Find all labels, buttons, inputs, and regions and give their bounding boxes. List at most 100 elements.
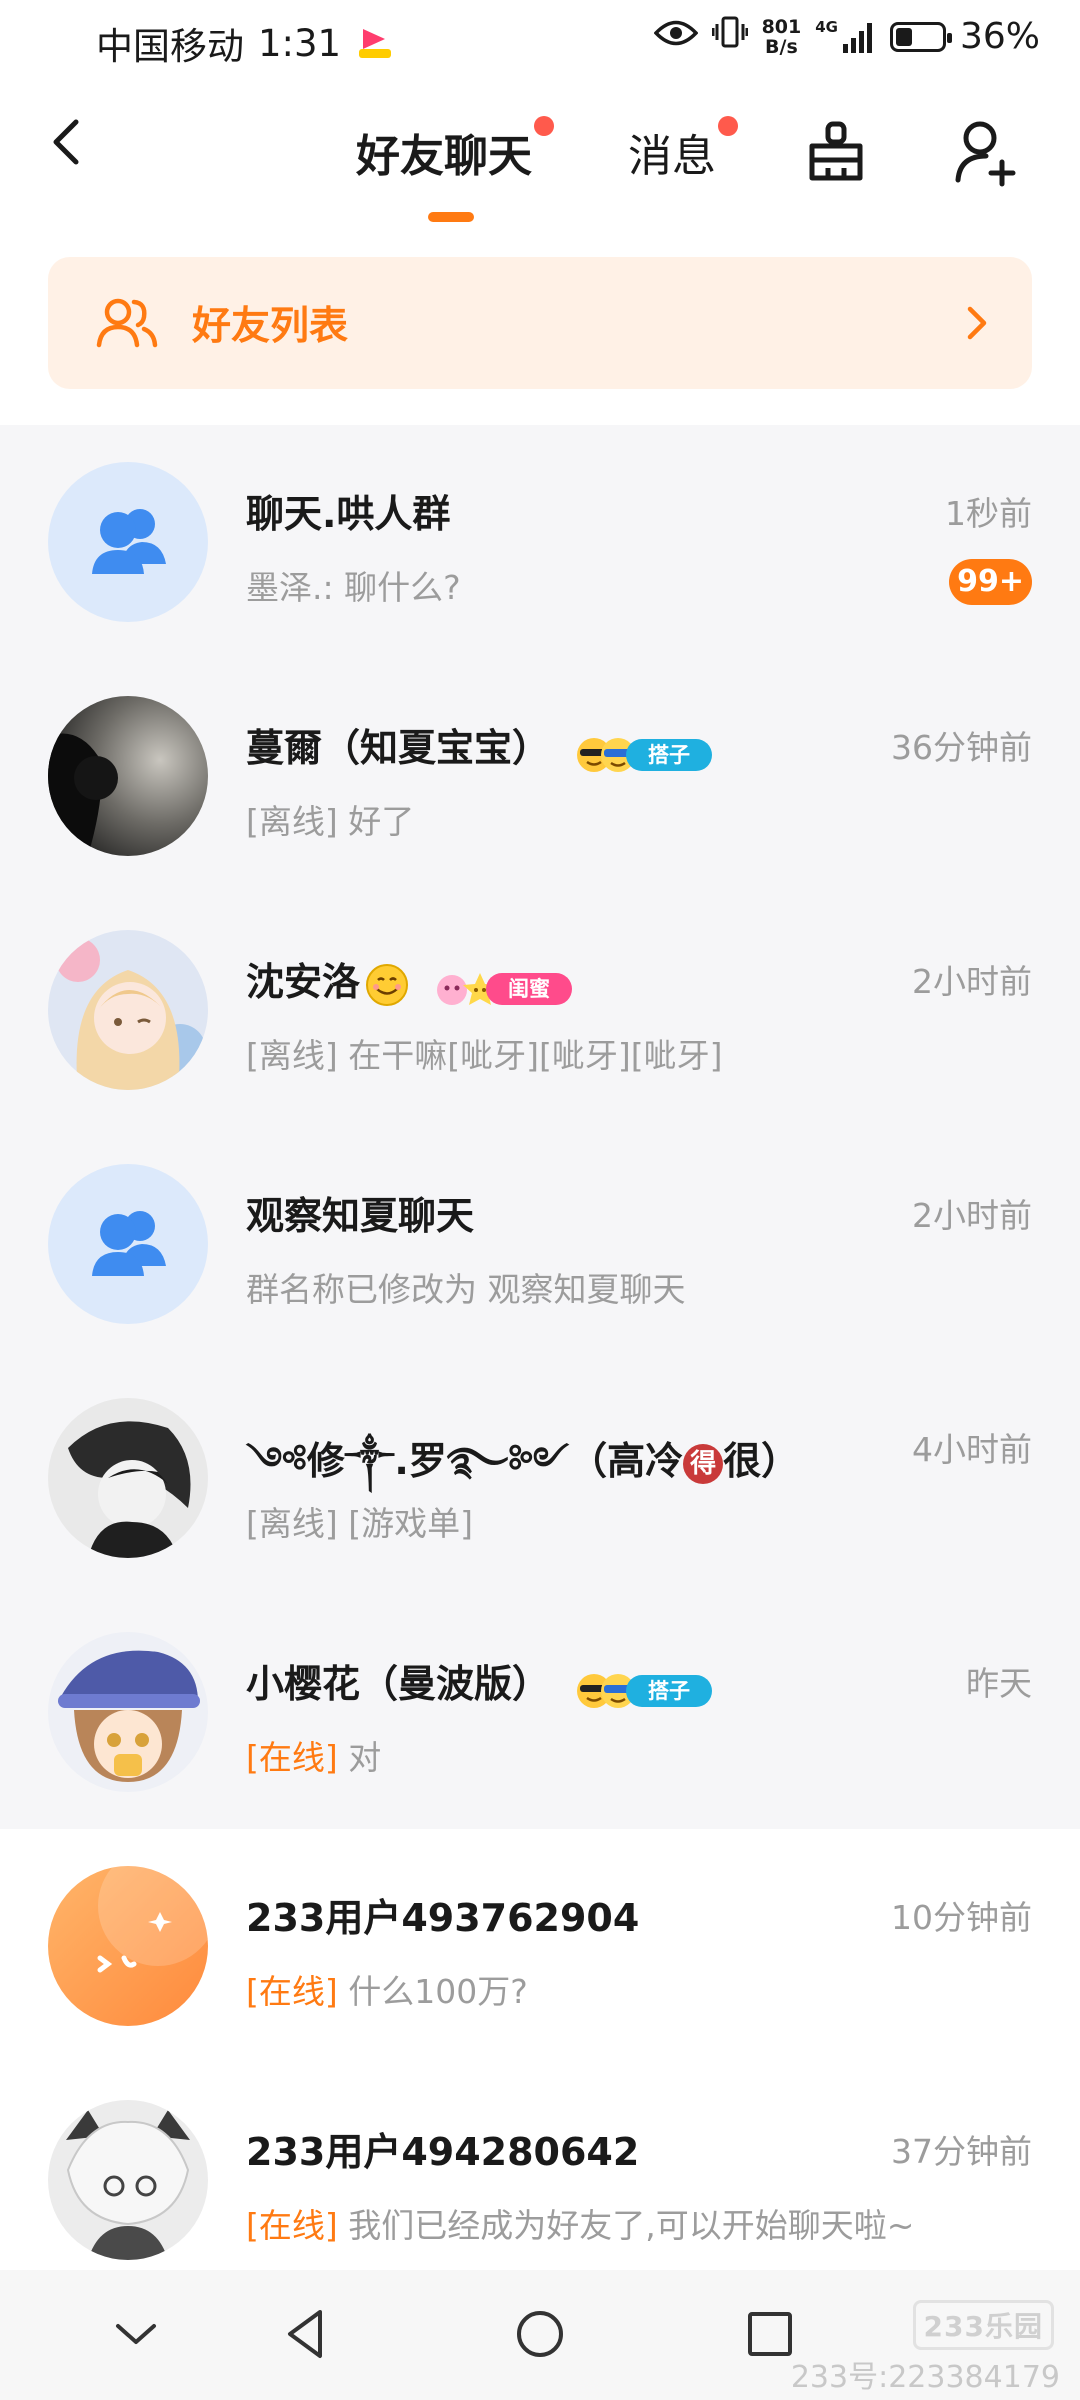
avatar <box>48 1632 208 1792</box>
conversation-name: 小樱花（曼波版） 搭子 <box>246 1653 713 1708</box>
tab-friend-chat[interactable]: 好友聊天 <box>356 116 554 184</box>
conversation-time: 10分钟前 <box>891 1898 1032 1937</box>
add-friend-icon <box>955 121 1016 187</box>
conversation-row[interactable]: ༺修༒.罗࿐༻（高冷得很） 4小时前 [离线] [游戏单] <box>0 1361 1080 1595</box>
conversation-preview: [在线] 什么100万? <box>246 1965 528 2013</box>
broom-icon <box>809 121 863 181</box>
online-status: [离线] <box>246 802 338 841</box>
preview-text: 什么100万? <box>337 1972 528 2011</box>
conversation-preview: [离线] 在干嘛[呲牙][呲牙][呲牙] <box>246 1029 723 1077</box>
online-status: [在线] <box>246 1972 338 2011</box>
conversation-name: 233用户493762904 <box>246 1896 640 1940</box>
conversation-row[interactable]: 小樱花（曼波版） 搭子 昨天 [在线] 对 <box>0 1595 1080 1829</box>
net-speed-unit: B/s <box>765 35 798 58</box>
smile-emoji-icon <box>366 963 409 1006</box>
net-speed-value: 801 <box>761 15 802 38</box>
unread-badge: 99+ <box>949 559 1032 605</box>
conversation-name-text: 蔓爾（知夏宝宝） <box>246 726 551 770</box>
unread-dot <box>534 116 554 136</box>
default-avatar-icon <box>48 1866 208 2026</box>
conversation-preview: [在线] 对 <box>246 1731 381 1779</box>
carrier-label: 中国移动 <box>96 25 244 68</box>
conversation-name-text: ༺修༒.罗࿐༻（高冷 <box>246 1439 684 1483</box>
clear-unread-button[interactable] <box>800 116 872 188</box>
conversation-time: 4小时前 <box>912 1430 1032 1469</box>
tab-messages-label: 消息 <box>628 131 716 182</box>
relationship-tag: 闺蜜 <box>434 965 573 1005</box>
signal-icon: 4G <box>815 17 876 54</box>
friend-list-entry[interactable]: 好友列表 <box>48 257 1032 389</box>
tag-label: 闺蜜 <box>486 973 573 1005</box>
back-button[interactable] <box>40 112 100 172</box>
back-icon <box>53 119 79 165</box>
conversation-row[interactable]: 233用户494280642 37分钟前 [在线] 我们已经成为好友了,可以开始… <box>0 2063 1080 2297</box>
nav-home-button[interactable] <box>510 2304 570 2364</box>
conversation-time: 36分钟前 <box>891 728 1032 767</box>
preview-text: 好了 <box>337 802 415 841</box>
nav-back-button[interactable] <box>278 2304 338 2364</box>
add-friend-button[interactable] <box>950 116 1022 188</box>
conversation-preview: 群名称已修改为 观察知夏聊天 <box>246 1270 686 1309</box>
conversation-name: 233用户494280642 <box>246 2130 640 2174</box>
conversation-row[interactable]: 蔓爾（知夏宝宝） 搭子 36分钟前 [离线] 好了 <box>0 659 1080 893</box>
friends-icon <box>96 298 158 348</box>
preview-text: [游戏单] <box>337 1504 473 1543</box>
avatar <box>48 2100 208 2260</box>
conversation-row[interactable]: 沈安洛 闺蜜 2小时前 [离线] 在干嘛[呲牙][呲牙][呲牙] <box>0 893 1080 1127</box>
conversation-name: 沈安洛 闺蜜 <box>246 951 573 1008</box>
preview-text: 我们已经成为好友了,可以开始聊天啦~ <box>337 2206 915 2245</box>
conversation-name: 观察知夏聊天 <box>246 1194 475 1238</box>
status-bar: 中国移动 1:31 801 B/s 4G 36% <box>0 0 1080 82</box>
friend-list-label: 好友列表 <box>192 304 349 349</box>
conversation-name-text: 沈安洛 <box>246 960 361 1004</box>
conversation-time: 1秒前 <box>945 494 1032 533</box>
preview-text: 在干嘛[呲牙][呲牙][呲牙] <box>337 1036 723 1075</box>
watermark: 233号:223384179 <box>790 2360 1060 2395</box>
watermark-logo: 233乐园 <box>912 2300 1054 2350</box>
name-badge: 得 <box>683 1443 724 1484</box>
relationship-tag: 搭子 <box>574 1667 713 1708</box>
preview-text: 对 <box>337 1738 382 1777</box>
clock: 1:31 <box>258 21 342 65</box>
net-speed: 801 B/s <box>762 17 802 57</box>
conversation-time: 昨天 <box>966 1664 1032 1703</box>
battery-icon <box>889 21 952 52</box>
conversation-preview: [离线] 好了 <box>246 795 414 843</box>
online-status: [在线] <box>246 1738 338 1777</box>
tab-messages[interactable]: 消息 <box>628 116 738 184</box>
net-type: 4G <box>815 17 838 36</box>
avatar <box>48 1866 208 2026</box>
conversation-row[interactable]: 聊天.哄人群 1秒前 墨泽.: 聊什么? 99+ <box>0 425 1080 659</box>
active-tab-indicator <box>428 212 474 222</box>
avatar <box>48 930 208 1090</box>
battery-percent: 36% <box>959 16 1040 57</box>
unread-dot <box>718 116 738 136</box>
tag-label: 搭子 <box>626 739 713 771</box>
chevron-down-icon <box>116 2324 156 2344</box>
conversation-preview: [在线] 我们已经成为好友了,可以开始聊天啦~ <box>246 2199 914 2247</box>
conversation-name: 聊天.哄人群 <box>246 492 451 536</box>
app-notification-icon <box>355 23 395 63</box>
group-avatar <box>48 1164 208 1324</box>
top-area: 中国移动 1:31 801 B/s 4G 36% 好友聊天 消息 好友列表 <box>0 0 1080 425</box>
conversation-time: 37分钟前 <box>891 2132 1032 2171</box>
chevron-right-icon <box>967 306 987 340</box>
conversation-name-text: 小樱花（曼波版） <box>246 1662 551 1706</box>
collapse-button[interactable] <box>106 2304 166 2364</box>
conversation-row[interactable]: 观察知夏聊天 2小时前 群名称已修改为 观察知夏聊天 <box>0 1127 1080 1361</box>
conversation-preview: 墨泽.: 聊什么? <box>246 568 461 607</box>
avatar <box>48 696 208 856</box>
group-avatar <box>48 462 208 622</box>
avatar <box>48 1398 208 1558</box>
group-icon <box>92 509 166 574</box>
conversation-time: 2小时前 <box>912 1196 1032 1235</box>
relationship-tag: 搭子 <box>574 731 713 772</box>
conversation-name-text: 很） <box>723 1439 800 1483</box>
tag-label: 搭子 <box>626 1675 713 1707</box>
online-status: [离线] <box>246 1036 338 1075</box>
header: 好友聊天 消息 <box>0 82 1080 232</box>
back-triangle-icon <box>288 2310 322 2358</box>
conversation-row[interactable]: 233用户493762904 10分钟前 [在线] 什么100万? <box>0 1829 1080 2063</box>
online-status: [离线] <box>246 1504 338 1543</box>
online-status: [在线] <box>246 2206 338 2245</box>
